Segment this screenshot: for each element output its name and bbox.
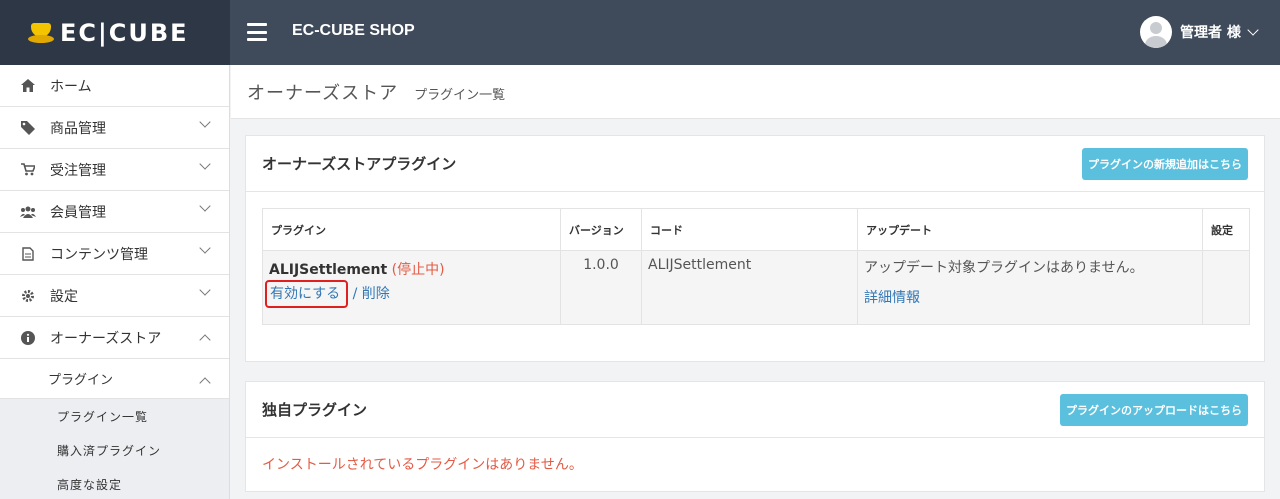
update-cell: アップデート対象プラグインはありません。 詳細情報 [857,250,1203,325]
column-header: 設定 [1202,208,1250,251]
sidebar-leaf-label: プラグイン一覧 [57,409,149,424]
chevron-up-icon [199,334,211,346]
info-icon [20,330,36,346]
sidebar-subitem-label: プラグイン [48,373,114,388]
top-header: EC|CUBE EC-CUBE SHOP 管理者 様 [0,0,1280,65]
cart-icon [20,162,36,178]
sidebar-item-label: コンテンツ管理 [50,246,148,263]
delete-link[interactable]: 削除 [362,286,390,302]
user-name: 管理者 様 [1180,25,1241,41]
sidebar-item-label: ホーム [50,78,92,95]
empty-message: インストールされているプラグインはありません。 [262,457,583,473]
sidebar-leaf-advanced-settings[interactable]: 高度な設定 [0,467,229,499]
chevron-down-icon [199,116,211,128]
code-cell: ALIJSettlement [641,250,858,325]
sidebar-leaf-label: 高度な設定 [57,477,123,492]
cube-logo-icon [28,21,54,45]
enable-link[interactable]: 有効にする [270,286,340,302]
main-content: オーナーズストア プラグイン一覧 オーナーズストアプラグイン プラグインの新規追… [231,65,1280,499]
hamburger-menu-icon[interactable] [247,23,267,41]
card-title: 独自プラグイン [262,401,368,419]
sidebar-item-label: 会員管理 [50,204,106,221]
chevron-down-icon [1247,24,1259,36]
chevron-down-icon [199,242,211,254]
brand-logo[interactable]: EC|CUBE [28,19,189,47]
plugin-status: (停止中) [391,262,445,278]
plugin-cell: ALIJSettlement (停止中) 有効にする / 削除 [262,250,561,325]
gear-icon [20,288,36,304]
brand-name: EC|CUBE [60,18,189,47]
table-row: ALIJSettlement (停止中) 有効にする / 削除 1.0.0 AL… [262,250,1250,325]
file-icon [20,246,36,262]
tag-icon [20,120,36,136]
sidebar-subitem-plugins[interactable]: プラグイン [0,359,229,399]
sidebar-item-label: オーナーズストア [50,330,162,347]
update-message: アップデート対象プラグインはありません。 [864,260,1144,276]
sidebar-item-label: 商品管理 [50,120,106,137]
sidebar-leaf-plugin-list[interactable]: プラグイン一覧 [0,399,229,433]
card-header: 独自プラグイン プラグインのアップロードはこちら [246,382,1264,438]
users-icon [20,204,36,220]
sidebar: ホーム 商品管理 受注管理 会員管理 コンテンツ管理 設定 オーナーズストア プ… [0,65,230,499]
page-header: オーナーズストア プラグイン一覧 [231,65,1280,119]
home-icon [20,78,36,94]
column-header: アップデート [857,208,1203,251]
sidebar-item-label: 設定 [50,288,78,305]
card-header: オーナーズストアプラグイン プラグインの新規追加はこちら [246,136,1264,192]
detail-link[interactable]: 詳細情報 [864,290,920,306]
column-header: バージョン [560,208,642,251]
chevron-up-icon [199,377,211,389]
sidebar-item-home[interactable]: ホーム [0,65,229,107]
page-subtitle: プラグイン一覧 [414,88,506,103]
shop-name: EC-CUBE SHOP [292,22,415,39]
sidebar-item-products[interactable]: 商品管理 [0,107,229,149]
sidebar-leaf-purchased-plugins[interactable]: 購入済プラグイン [0,433,229,467]
add-plugin-button[interactable]: プラグインの新規追加はこちら [1082,147,1248,180]
custom-plugins-card: 独自プラグイン プラグインのアップロードはこちら インストールされているプラグイ… [245,381,1265,492]
version-cell: 1.0.0 [560,250,642,325]
sidebar-item-owners-store[interactable]: オーナーズストア [0,317,229,359]
sidebar-item-orders[interactable]: 受注管理 [0,149,229,191]
chevron-down-icon [199,200,211,212]
upload-plugin-button[interactable]: プラグインのアップロードはこちら [1060,393,1248,426]
column-header: コード [641,208,858,251]
user-menu[interactable]: 管理者 様 [1140,16,1259,48]
chevron-down-icon [199,158,211,170]
column-header: プラグイン [262,208,561,251]
plugin-name: ALIJSettlement [269,262,388,278]
sidebar-item-members[interactable]: 会員管理 [0,191,229,233]
brand-area: EC|CUBE [0,0,230,65]
plugin-table: プラグイン バージョン コード アップデート 設定 ALIJSettlement… [262,208,1250,325]
settings-cell [1202,250,1250,325]
avatar-icon [1140,16,1172,48]
enable-highlight: 有効にする [265,280,349,308]
table-header-row: プラグイン バージョン コード アップデート 設定 [262,208,1250,251]
link-separator: / [352,286,358,302]
card-title: オーナーズストアプラグイン [262,155,457,173]
owners-store-plugins-card: オーナーズストアプラグイン プラグインの新規追加はこちら プラグイン バージョン… [245,135,1265,362]
sidebar-item-label: 受注管理 [50,162,106,179]
sidebar-leaf-label: 購入済プラグイン [57,443,162,458]
page-title: オーナーズストア [247,83,399,104]
chevron-down-icon [199,284,211,296]
sidebar-item-settings[interactable]: 設定 [0,275,229,317]
sidebar-item-contents[interactable]: コンテンツ管理 [0,233,229,275]
